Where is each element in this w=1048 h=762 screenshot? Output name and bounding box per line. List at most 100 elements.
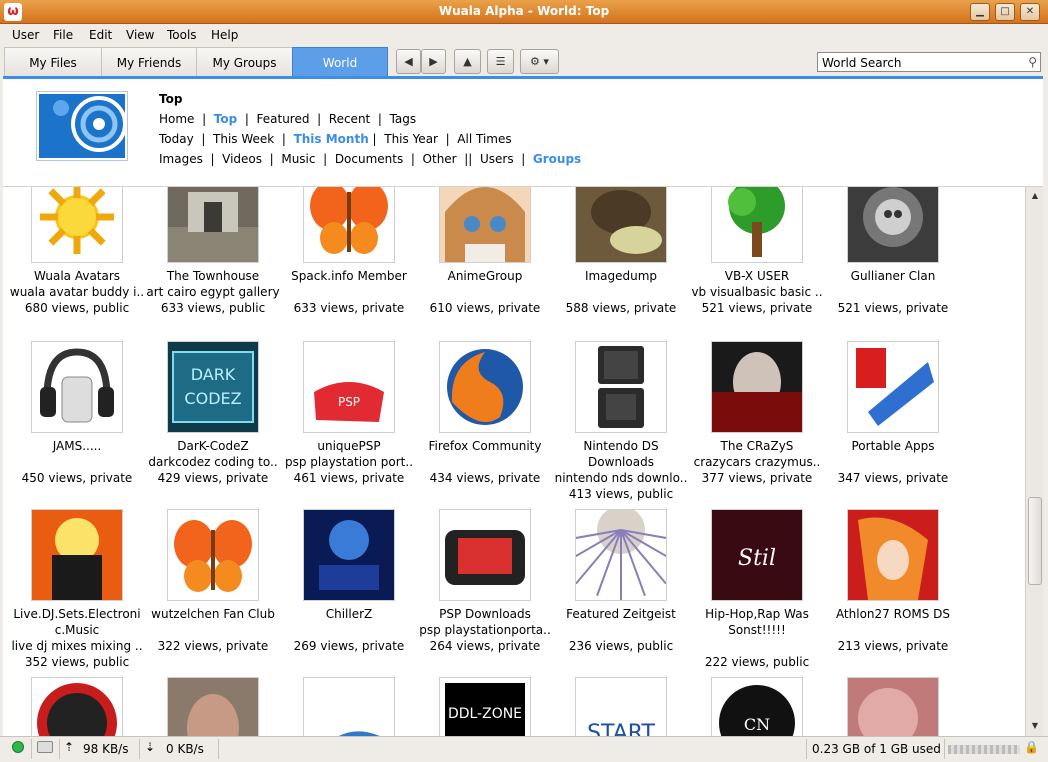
link-today[interactable]: Today	[159, 132, 194, 146]
close-button[interactable]: ✕	[1020, 3, 1040, 21]
search-icon[interactable]: ⚲	[1028, 55, 1037, 69]
group-thumbnail[interactable]	[31, 341, 123, 433]
group-item[interactable]: VB-X USER vb visualbasic basic .. 521 view…	[689, 268, 825, 316]
group-thumbnail[interactable]	[439, 341, 531, 433]
scroll-up-icon[interactable]: ▲	[1028, 189, 1042, 203]
group-item[interactable]: wutzelchen Fan Club 322 views, private	[145, 606, 281, 654]
search-input[interactable]: World Search ⚲	[817, 52, 1041, 72]
group-thumbnail[interactable]	[847, 509, 939, 601]
link-groups[interactable]: Groups	[533, 152, 581, 166]
group-name: Hip-Hop,Rap Was	[705, 607, 809, 621]
link-music[interactable]: Music	[281, 152, 315, 166]
back-icon[interactable]: ◀	[396, 49, 421, 74]
group-thumbnail[interactable]	[575, 341, 667, 433]
group-item[interactable]: AnimeGroup 610 views, private	[417, 268, 553, 316]
group-thumbnail[interactable]	[575, 187, 667, 263]
link-featured[interactable]: Featured	[257, 112, 310, 126]
vertical-scrollbar[interactable]: ▲ ▼	[1025, 187, 1043, 736]
link-other[interactable]: Other	[423, 152, 457, 166]
link-this-month[interactable]: This Month	[294, 132, 369, 146]
group-stats: 347 views, private	[837, 471, 949, 485]
group-item[interactable]: Firefox Community 434 views, private	[417, 438, 553, 486]
group-thumbnail[interactable]: PSP	[303, 341, 395, 433]
gear-icon[interactable]: ⚙ ▾	[520, 49, 559, 74]
group-item[interactable]: Hip-Hop,Rap Was Sonst!!!!! 222 views, publ…	[689, 606, 825, 670]
group-item[interactable]: Spack.info Member 633 views, private	[281, 268, 417, 316]
link-all-times[interactable]: All Times	[457, 132, 511, 146]
group-thumbnail[interactable]	[575, 509, 667, 601]
group-item[interactable]: Athlon27 ROMS DS 213 views, private	[825, 606, 961, 654]
group-thumbnail[interactable]	[31, 509, 123, 601]
menu-edit[interactable]: Edit	[89, 28, 112, 42]
group-thumbnail[interactable]	[711, 187, 803, 263]
group-thumbnail[interactable]	[31, 187, 123, 263]
link-users[interactable]: Users	[480, 152, 514, 166]
group-item[interactable]: ChillerZ 269 views, private	[281, 606, 417, 654]
group-thumbnail[interactable]: DARK CODEZ	[167, 341, 259, 433]
group-thumbnail[interactable]	[303, 677, 395, 736]
list-view-icon[interactable]: ☰	[487, 49, 514, 74]
link-videos[interactable]: Videos	[222, 152, 262, 166]
link-home[interactable]: Home	[159, 112, 194, 126]
group-stats: 429 views, private	[157, 471, 269, 485]
forward-icon[interactable]: ▶	[421, 49, 446, 74]
link-recent[interactable]: Recent	[329, 112, 370, 126]
menu-file[interactable]: File	[53, 28, 73, 42]
group-thumbnail[interactable]: CN	[711, 677, 803, 736]
menu-tools[interactable]: Tools	[167, 28, 197, 42]
scroll-thumb[interactable]	[1028, 497, 1042, 585]
group-thumbnail[interactable]	[439, 509, 531, 601]
menu-user[interactable]: User	[12, 28, 39, 42]
link-images[interactable]: Images	[159, 152, 203, 166]
up-icon[interactable]: ▲	[454, 49, 481, 74]
menu-help[interactable]: Help	[211, 28, 238, 42]
link-tags[interactable]: Tags	[390, 112, 417, 126]
group-stats: 633 views, private	[293, 301, 405, 315]
group-thumbnail[interactable]	[711, 341, 803, 433]
group-item[interactable]: uniquePSP psp playstation port.. 461 views…	[281, 438, 417, 486]
group-thumbnail[interactable]	[167, 677, 259, 736]
scroll-down-icon[interactable]: ▼	[1028, 719, 1042, 733]
group-thumbnail[interactable]	[303, 509, 395, 601]
group-thumbnail[interactable]	[31, 677, 123, 736]
search-text: World Search	[822, 56, 902, 70]
link-documents[interactable]: Documents	[335, 152, 403, 166]
group-thumbnail[interactable]	[847, 341, 939, 433]
storage-usage: 0.23 GB of 1 GB used	[812, 742, 941, 756]
tab-world[interactable]: World	[292, 47, 388, 78]
link-this-week[interactable]: This Week	[213, 132, 274, 146]
group-thumbnail[interactable]	[303, 187, 395, 263]
group-item[interactable]: PSP Downloads psp playstationporta.. 264 v…	[417, 606, 553, 654]
group-item[interactable]: Portable Apps 347 views, private	[825, 438, 961, 486]
group-thumbnail[interactable]	[439, 187, 531, 263]
group-stats: 264 views, private	[429, 639, 541, 653]
group-thumbnail[interactable]	[847, 677, 939, 736]
group-stats: 588 views, private	[565, 301, 677, 315]
group-thumbnail[interactable]	[167, 187, 259, 263]
group-description: live dj mixes mixing ..	[11, 639, 143, 653]
group-item[interactable]: The Townhouse art cairo egypt gallery 633 …	[145, 268, 281, 316]
group-item[interactable]: JAMS..... 450 views, private	[9, 438, 145, 486]
minimize-button[interactable]: ▁	[970, 3, 990, 21]
tab-my-files[interactable]: My Files	[4, 47, 102, 78]
group-item[interactable]: Featured Zeitgeist 236 views, public	[553, 606, 689, 654]
group-item[interactable]: Gullianer Clan 521 views, private	[825, 268, 961, 316]
group-thumbnail[interactable]	[847, 187, 939, 263]
group-thumbnail[interactable]	[167, 509, 259, 601]
menu-view[interactable]: View	[126, 28, 154, 42]
group-item[interactable]: The CRaZyS crazycars crazymus.. 377 views,…	[689, 438, 825, 486]
maximize-button[interactable]: □	[995, 3, 1015, 21]
group-item[interactable]: DarK-CodeZ darkcodez coding to.. 429 views…	[145, 438, 281, 486]
group-item[interactable]: Wuala Avatars wuala avatar buddy i.. 680 v…	[9, 268, 145, 316]
group-thumbnail[interactable]: DDL-ZONE	[439, 677, 531, 736]
group-item[interactable]: Live.DJ.Sets.Electroni c.Music live dj mix…	[9, 606, 145, 670]
tab-my-groups[interactable]: My Groups	[196, 47, 293, 78]
group-item[interactable]: Nintendo DS Downloads nintendo nds downlo.…	[553, 438, 689, 502]
link-top[interactable]: Top	[214, 112, 237, 126]
group-thumbnail[interactable]: START	[575, 677, 667, 736]
group-thumbnail[interactable]: Stil	[711, 509, 803, 601]
group-item[interactable]: Imagedump 588 views, private	[553, 268, 689, 316]
tab-my-friends[interactable]: My Friends	[101, 47, 197, 78]
link-this-year[interactable]: This Year	[384, 132, 438, 146]
